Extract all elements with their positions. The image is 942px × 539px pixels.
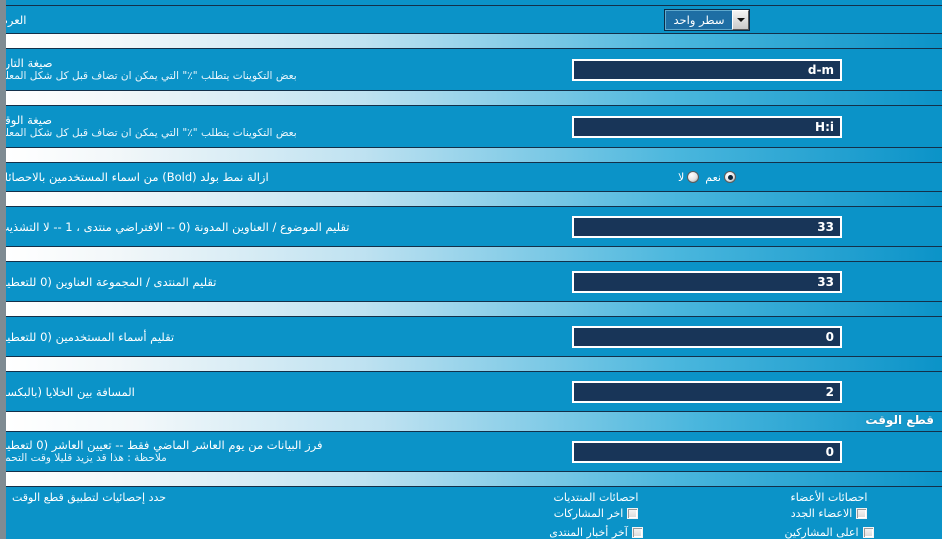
trim-usernames-label: تقليم أسماء المستخدمين (0 للتعطيل)	[6, 329, 175, 344]
time-cut-row: فرز البيانات من يوم العاشر الماضي فقط --…	[6, 432, 942, 471]
list-item[interactable]: الاعضاء الجدد	[716, 504, 942, 523]
stats-members-header: احصائات الأعضاء	[790, 491, 868, 504]
time-cut-label: فرز البيانات من يوم العاشر الماضي فقط --…	[6, 438, 323, 452]
cell-spacing-control-cell	[472, 380, 942, 403]
time-cut-control-cell	[472, 440, 942, 463]
separator-2	[6, 90, 942, 106]
stats-headers: حدد إحصائيات لتطبيق قطع الوقت احصائات ال…	[6, 491, 942, 504]
trim-usernames-control-cell	[472, 325, 942, 348]
time-format-label-cell: صيغة الوقت بعض التكوينات يتطلب "٪" التي …	[0, 113, 472, 140]
separator-3	[6, 147, 942, 163]
trim-usernames-input[interactable]	[572, 325, 842, 348]
trim-topic-titles-label-cell: تقليم الموضوع / العناوين المدونة (0 -- ا…	[0, 219, 472, 234]
trim-forum-titles-input[interactable]	[572, 270, 842, 293]
cell-spacing-label: المسافة بين الخلايا (بالبكسل)	[0, 384, 135, 399]
display-mode-select[interactable]: سطر واحد	[663, 8, 751, 31]
trim-forum-titles-label: تقليم المنتدى / المجموعة العناوين (0 للت…	[6, 274, 217, 289]
time-format-label: صيغة الوقت	[5, 113, 53, 127]
display-mode-select-value: سطر واحد	[664, 9, 733, 30]
time-cut-label-cell: فرز البيانات من يوم العاشر الماضي فقط --…	[0, 438, 472, 465]
date-format-description: بعض التكوينات يتطلب "٪" التي يمكن ان تضا…	[0, 70, 297, 82]
stats-members-column: الاعضاء الجدد اعلى المشاركين اعلى كتاب ا…	[716, 504, 942, 539]
list-item-label: اعلى المشاركين	[784, 526, 859, 539]
list-item-label: اخر المشاركات	[553, 507, 624, 520]
date-format-control-cell	[472, 58, 942, 81]
separator-8	[6, 471, 942, 487]
separator-7	[6, 356, 942, 372]
trim-usernames-row: تقليم أسماء المستخدمين (0 للتعطيل)	[6, 317, 942, 356]
stats-selection-area: حدد إحصائيات لتطبيق قطع الوقت احصائات ال…	[6, 487, 942, 539]
cell-spacing-row: المسافة بين الخلايا (بالبكسل)	[6, 372, 942, 411]
remove-bold-option-yes[interactable]: نعم	[705, 171, 736, 184]
date-format-row: صيغة التاريخ بعض التكوينات يتطلب "٪" الت…	[6, 49, 942, 90]
remove-bold-label-cell: ازالة نمط بولد (Bold) من اسماء المستخدمي…	[0, 170, 472, 184]
display-mode-label-cell: العرض	[6, 12, 472, 27]
radio-yes-label: نعم	[705, 170, 721, 184]
display-mode-control-cell: سطر واحد	[472, 8, 942, 31]
time-format-row: صيغة الوقت بعض التكوينات يتطلب "٪" التي …	[6, 106, 942, 147]
display-mode-row: سطر واحد العرض	[6, 6, 942, 33]
separator-5	[6, 246, 942, 262]
time-format-description: بعض التكوينات يتطلب "٪" التي يمكن ان تضا…	[0, 127, 297, 139]
stats-forums-column: اخر المشاركات آخر أخبار المنتدى أكثر الم…	[476, 504, 716, 539]
trim-topic-titles-label: تقليم الموضوع / العناوين المدونة (0 -- ا…	[0, 219, 350, 234]
remove-bold-label: ازالة نمط بولد (Bold) من اسماء المستخدمي…	[0, 170, 269, 184]
time-cut-section-header: قطع الوقت	[6, 411, 942, 432]
checkbox-icon[interactable]	[862, 527, 874, 538]
trim-topic-titles-input[interactable]	[572, 215, 842, 238]
stats-columns: اخر المشاركات آخر أخبار المنتدى أكثر الم…	[6, 504, 942, 539]
chevron-down-icon[interactable]	[732, 9, 750, 30]
separator-1	[6, 33, 942, 49]
cell-spacing-input[interactable]	[572, 380, 842, 403]
list-item-label: آخر أخبار المنتدى	[549, 526, 628, 539]
trim-usernames-label-cell: تقليم أسماء المستخدمين (0 للتعطيل)	[6, 329, 472, 344]
list-item[interactable]: اعلى المشاركين	[716, 523, 942, 539]
separator-6	[6, 301, 942, 317]
checkbox-icon[interactable]	[627, 508, 639, 519]
list-item[interactable]: آخر أخبار المنتدى	[476, 523, 716, 539]
list-item-label: الاعضاء الجدد	[790, 507, 853, 520]
date-format-input[interactable]	[572, 58, 842, 81]
trim-topic-titles-row: تقليم الموضوع / العناوين المدونة (0 -- ا…	[6, 207, 942, 246]
time-cut-input[interactable]	[572, 440, 842, 463]
trim-forum-titles-row: تقليم المنتدى / المجموعة العناوين (0 للت…	[6, 262, 942, 301]
stats-forums-header: احصائات المنتديات	[553, 491, 639, 504]
remove-bold-row: نعم لا ازالة نمط بولد (Bold) من اسماء ال…	[6, 163, 942, 191]
time-cut-section-title: قطع الوقت	[865, 413, 934, 427]
trim-topic-titles-control-cell	[472, 215, 942, 238]
cell-spacing-label-cell: المسافة بين الخلايا (بالبكسل)	[0, 384, 472, 399]
trim-forum-titles-control-cell	[472, 270, 942, 293]
time-format-input[interactable]	[572, 115, 842, 138]
time-cut-description: ملاحظة : هذا قد يزيد قليلا وقت التحميل	[0, 452, 167, 464]
checkbox-icon[interactable]	[856, 508, 868, 519]
radio-no-icon[interactable]	[687, 171, 700, 183]
checkbox-icon[interactable]	[631, 527, 643, 538]
remove-bold-control-cell: نعم لا	[472, 171, 942, 184]
stats-spacer	[6, 504, 476, 539]
time-format-control-cell	[472, 115, 942, 138]
separator-4	[6, 191, 942, 207]
remove-bold-radio-group: نعم لا	[678, 171, 736, 184]
radio-no-label: لا	[678, 170, 685, 184]
remove-bold-option-no[interactable]: لا	[678, 170, 700, 184]
radio-yes-icon[interactable]	[724, 171, 736, 183]
settings-page: سطر واحد العرض صيغة التاريخ بعض التكوينا…	[0, 0, 942, 539]
list-item[interactable]: اخر المشاركات	[476, 504, 716, 523]
date-format-label-cell: صيغة التاريخ بعض التكوينات يتطلب "٪" الت…	[0, 56, 472, 83]
display-mode-label: العرض	[6, 12, 27, 27]
date-format-label: صيغة التاريخ	[1, 56, 53, 70]
trim-forum-titles-label-cell: تقليم المنتدى / المجموعة العناوين (0 للت…	[6, 274, 472, 289]
stats-title: حدد إحصائيات لتطبيق قطع الوقت	[12, 491, 167, 504]
